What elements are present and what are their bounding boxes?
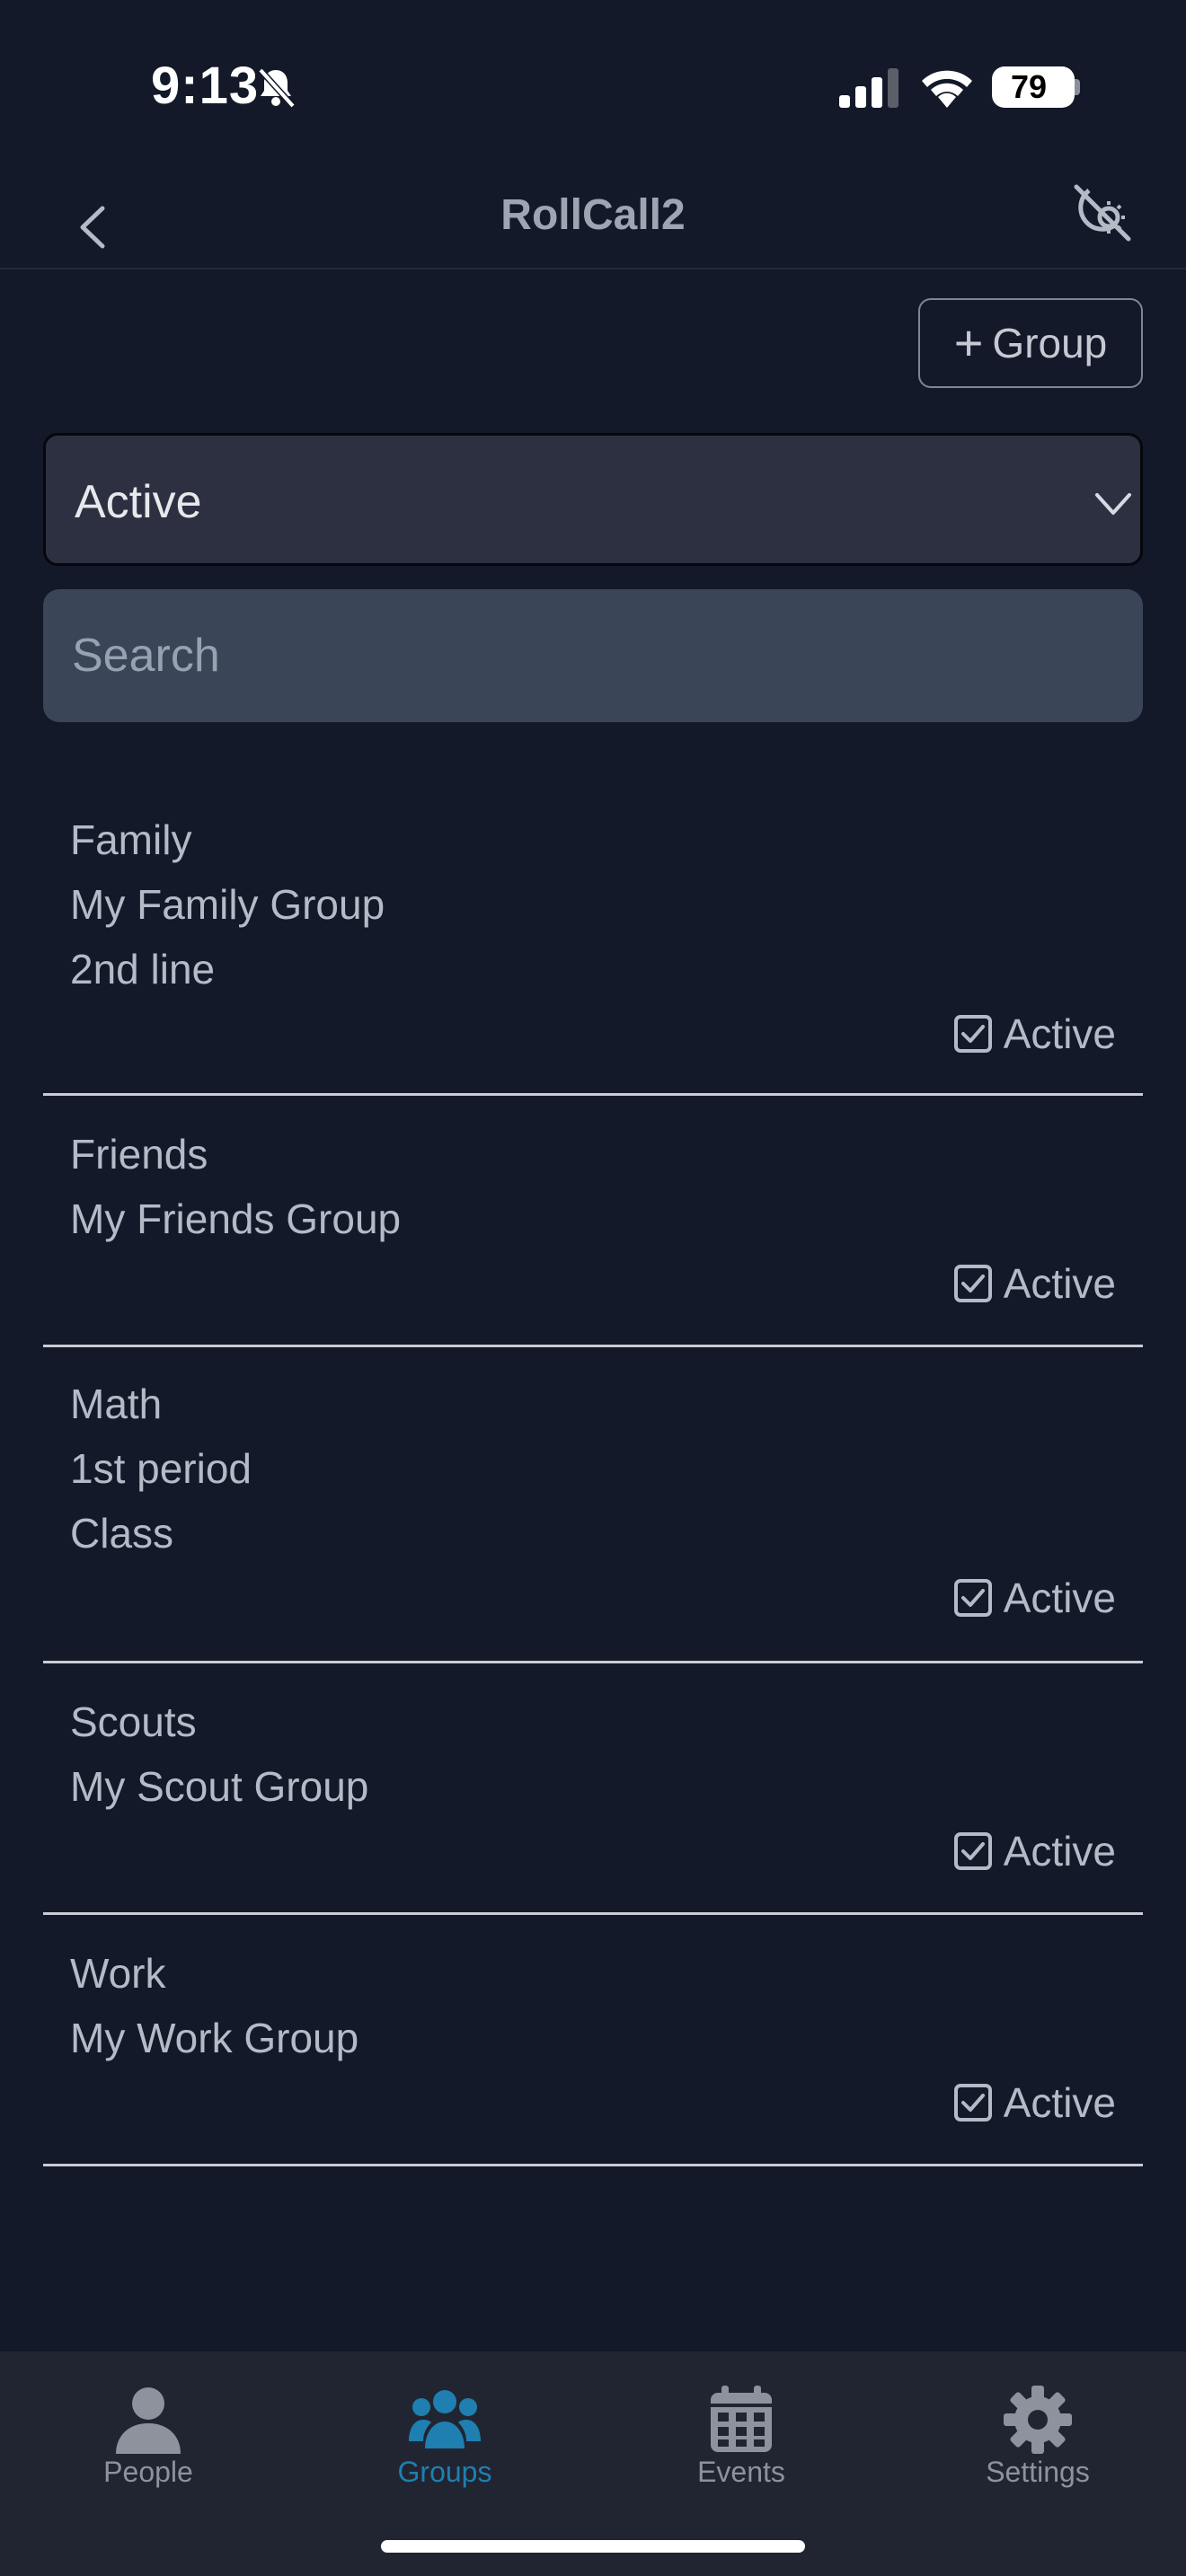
battery-level: 79 — [1010, 68, 1048, 105]
person-icon — [116, 2387, 181, 2454]
active-label: Active — [1003, 1828, 1116, 1875]
status-filter-dropdown[interactable]: Active — [43, 433, 1143, 566]
tab-settings[interactable]: Settings — [890, 2366, 1186, 2501]
active-status: Active — [953, 1574, 1116, 1622]
active-status: Active — [953, 1010, 1116, 1058]
group-item-friends[interactable]: Friends My Friends Group Active — [43, 1096, 1143, 1347]
app-title: RollCall2 — [500, 191, 686, 239]
tab-events[interactable]: Events — [593, 2366, 890, 2501]
checkbox-checked-icon[interactable] — [953, 1014, 993, 1054]
people-group-icon — [409, 2390, 481, 2448]
chevron-down-icon — [1095, 493, 1131, 515]
status-bar: 9:13 79 — [0, 0, 1186, 171]
tab-groups[interactable]: Groups — [296, 2366, 593, 2501]
wifi-icon — [922, 70, 972, 108]
bell-slash-icon — [258, 67, 296, 109]
active-label: Active — [1003, 1260, 1116, 1307]
group-extra-line: 2nd line — [70, 946, 216, 992]
group-description: 1st period — [70, 1445, 252, 1492]
nav-bar: RollCall2 — [0, 171, 1186, 269]
group-description: My Work Group — [70, 2015, 359, 2061]
checkbox-checked-icon[interactable] — [953, 1831, 993, 1871]
active-status: Active — [953, 2078, 1116, 2127]
group-description: My Friends Group — [70, 1195, 402, 1242]
group-description: My Scout Group — [70, 1763, 369, 1810]
gear-icon — [1004, 2386, 1072, 2454]
group-name: Math — [70, 1381, 163, 1427]
status-time: 9:13 — [151, 57, 260, 115]
tab-groups-label: Groups — [397, 2456, 492, 2488]
active-status: Active — [953, 1827, 1116, 1875]
battery-indicator: 79 — [992, 66, 1075, 108]
group-extra-line: Class — [70, 1510, 174, 1557]
search-input[interactable] — [43, 589, 1143, 722]
group-name: Work — [70, 1950, 166, 1997]
cellular-signal-icon — [839, 68, 898, 108]
group-item-math[interactable]: Math 1st period Class Active — [43, 1347, 1143, 1663]
checkbox-checked-icon[interactable] — [953, 1264, 993, 1303]
home-indicator[interactable] — [381, 2540, 805, 2553]
active-status: Active — [953, 1259, 1116, 1308]
calendar-icon — [711, 2386, 772, 2452]
checkbox-checked-icon[interactable] — [953, 1578, 993, 1618]
group-name: Scouts — [70, 1698, 197, 1745]
tab-settings-label: Settings — [986, 2456, 1090, 2488]
status-filter-value: Active — [75, 476, 202, 528]
active-label: Active — [1003, 2079, 1116, 2126]
plus-icon: + — [953, 314, 984, 371]
tab-people[interactable]: People — [0, 2366, 296, 2501]
group-item-family[interactable]: Family My Family Group 2nd line Active — [43, 790, 1143, 1096]
active-label: Active — [1003, 1575, 1116, 1621]
tab-people-label: People — [103, 2456, 193, 2488]
add-group-label: Group — [992, 320, 1108, 366]
group-description: My Family Group — [70, 881, 385, 928]
battery-nub — [1075, 79, 1080, 95]
checkbox-checked-icon[interactable] — [953, 2083, 993, 2122]
group-name: Family — [70, 816, 192, 863]
tab-events-label: Events — [697, 2456, 785, 2488]
add-group-button[interactable]: + Group — [918, 298, 1143, 388]
theme-toggle-icon[interactable] — [1069, 181, 1134, 246]
active-label: Active — [1003, 1010, 1116, 1057]
group-item-scouts[interactable]: Scouts My Scout Group Active — [43, 1663, 1143, 1915]
group-item-work[interactable]: Work My Work Group Active — [43, 1915, 1143, 2166]
group-name: Friends — [70, 1131, 208, 1178]
